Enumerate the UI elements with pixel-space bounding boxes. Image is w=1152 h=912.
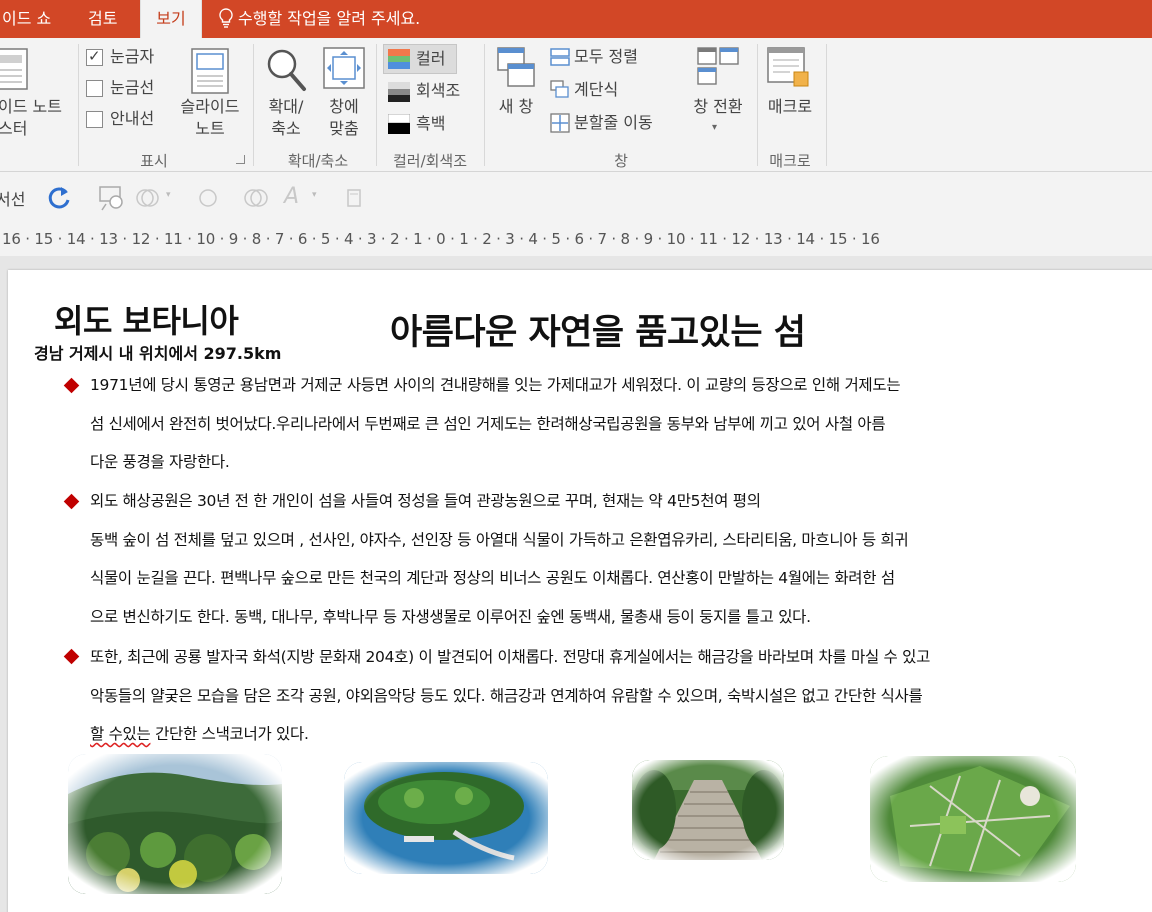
notes-master-label-1[interactable]: 이드 노트 <box>0 96 62 118</box>
island-garden-photo-1[interactable] <box>68 754 282 894</box>
island-aerial-photo[interactable] <box>344 762 548 874</box>
move-split-icon[interactable] <box>550 113 570 133</box>
black-white-label[interactable]: 흑백 <box>416 113 445 135</box>
color-label[interactable]: 컬러 <box>416 48 445 70</box>
rotate-icon[interactable] <box>46 184 74 212</box>
move-split-label[interactable]: 분할줄 이동 <box>574 112 653 134</box>
slide-title-main[interactable]: 아름다운 자연을 품고있는 섬 <box>390 304 806 355</box>
group-separator <box>826 44 827 166</box>
zoom-label-2[interactable]: 축소 <box>260 118 312 140</box>
body-paragraph-1[interactable]: 1971년에 당시 통영군 용남면과 거제군 사등면 사이의 견내량해를 잇는 … <box>90 366 1130 482</box>
new-window-icon[interactable] <box>496 46 536 90</box>
paragraph-line: 1971년에 당시 통영군 용남면과 거제군 사등면 사이의 견내량해를 잇는 … <box>90 376 901 394</box>
clear-format-icon <box>347 189 361 207</box>
paragraph-line: 다운 풍경을 자랑한다. <box>90 453 230 471</box>
diamond-bullet-icon <box>63 648 80 665</box>
horizontal-ruler: 16 · 15 · 14 · 13 · 12 · 11 · 10 · 9 · 8… <box>0 224 1152 256</box>
garden-stairs-photo[interactable] <box>632 760 784 860</box>
arrange-all-label[interactable]: 모두 정렬 <box>574 46 638 68</box>
dialog-launcher-icon[interactable] <box>236 155 245 164</box>
zoom-magnifier-icon[interactable] <box>264 46 308 94</box>
cascade-icon[interactable] <box>550 80 570 98</box>
present-icon[interactable] <box>98 184 126 212</box>
guides-checkbox[interactable] <box>86 111 103 128</box>
macros-icon[interactable] <box>766 46 812 90</box>
chevron-down-icon: ▾ <box>166 190 171 200</box>
guides-label[interactable]: 안내선 <box>110 108 154 130</box>
black-white-swatch-icon[interactable] <box>388 114 410 134</box>
paragraph-line: 할 수있는 간단한 스낵코너가 있다. <box>90 715 1130 754</box>
paragraph-line: 또한, 최근에 공룡 발자국 화석(지방 문화재 204호) 이 발견되어 이채… <box>90 648 931 666</box>
body-paragraph-2[interactable]: 외도 해상공원은 30년 전 한 개인이 섬을 사들여 정성을 들여 관광농원으… <box>90 482 1130 636</box>
diamond-bullet-icon <box>63 377 80 394</box>
fit-window-label-2[interactable]: 맞춤 <box>318 118 370 140</box>
notes-page-label-1[interactable]: 슬라이드 <box>168 96 252 118</box>
shape-fill-icon <box>136 189 159 207</box>
slide-canvas[interactable]: 외도 보타니아 경남 거제시 내 위치에서 297.5km 아름다운 자연을 품… <box>8 270 1152 912</box>
group-label-zoom: 확대/축소 <box>287 152 349 170</box>
color-swatch-icon[interactable] <box>388 49 410 69</box>
ribbon-view: 이드 노트 스터 눈금자 눈금선 안내선 슬라이드 노트 표시 확대/ 축소 창… <box>0 38 1152 172</box>
new-window-label[interactable]: 새 창 <box>488 96 544 118</box>
grayscale-swatch-icon[interactable] <box>388 82 410 102</box>
fit-to-window-icon[interactable] <box>322 46 366 90</box>
notes-master-label-2[interactable]: 스터 <box>0 118 27 140</box>
macros-label[interactable]: 매크로 <box>758 96 822 118</box>
notes-master-icon[interactable] <box>0 48 30 92</box>
lightbulb-icon <box>219 8 233 28</box>
switch-windows-icon[interactable] <box>696 46 740 88</box>
group-separator <box>484 44 485 166</box>
cascade-label[interactable]: 계단식 <box>574 79 618 101</box>
tab-view[interactable]: 보기 <box>140 0 202 38</box>
chevron-down-icon[interactable]: ▾ <box>712 122 717 133</box>
diamond-bullet-icon <box>63 493 80 510</box>
group-separator <box>253 44 254 166</box>
toolbar-text: 서선 <box>0 190 26 209</box>
slide-title-left[interactable]: 외도 보타니아 <box>54 296 239 342</box>
paragraph-line: 동백 숲이 섬 전체를 덮고 있으며 , 선사인, 야자수, 선인장 등 아열대… <box>90 530 909 549</box>
paragraph-line: 악동들의 얄궂은 모습을 담은 조각 공원, 야외음악당 등도 있다. 해금강과… <box>90 686 923 705</box>
notes-page-label-2[interactable]: 노트 <box>168 118 252 140</box>
group-label-color: 컬러/회색조 <box>392 152 468 170</box>
switch-windows-label[interactable]: 창 전환 <box>682 96 754 118</box>
ruler-label[interactable]: 눈금자 <box>110 46 154 68</box>
tab-slideshow[interactable]: 이드 쇼 <box>0 0 59 38</box>
text-effects-icon: A <box>284 184 300 209</box>
shape-outline-icon <box>199 189 217 207</box>
shape-effects-icon <box>244 189 268 207</box>
tab-review[interactable]: 검토 <box>80 0 125 38</box>
group-label-macros: 매크로 <box>769 152 811 170</box>
ruler-ticks: 16 · 15 · 14 · 13 · 12 · 11 · 10 · 9 · 8… <box>2 230 880 248</box>
paragraph-line: 섬 신세에서 완전히 벗어났다.우리나라에서 두번째로 큰 섬인 거제도는 한려… <box>90 414 886 433</box>
arrange-all-icon[interactable] <box>550 48 570 66</box>
tell-me-box[interactable]: 수행할 작업을 알려 주세요. <box>218 0 420 38</box>
grayscale-label[interactable]: 회색조 <box>416 80 460 102</box>
ribbon-tab-bar: 이드 쇼 검토 보기 수행할 작업을 알려 주세요. <box>0 0 1152 38</box>
chevron-down-icon: ▾ <box>312 190 317 200</box>
group-separator <box>376 44 377 166</box>
notes-page-icon[interactable] <box>190 48 230 94</box>
tell-me-text: 수행할 작업을 알려 주세요. <box>238 9 421 28</box>
drawing-toolbar: 서선 ▾ A ▾ <box>0 172 1152 224</box>
paragraph-line: 으로 변신하기도 한다. 동백, 대나무, 후박나무 등 자생생물로 이루어진 … <box>90 607 811 626</box>
body-paragraph-3[interactable]: 또한, 최근에 공룡 발자국 화석(지방 문화재 204호) 이 발견되어 이채… <box>90 638 1130 754</box>
group-separator <box>78 44 79 166</box>
ruler-checkbox[interactable] <box>86 47 103 66</box>
slide-subtitle[interactable]: 경남 거제시 내 위치에서 297.5km <box>34 340 281 364</box>
paragraph-line: 식물이 눈길을 끈다. 편백나무 숲으로 만든 천국의 계단과 정상의 비너스 … <box>90 569 895 587</box>
gridlines-label[interactable]: 눈금선 <box>110 77 154 99</box>
spellcheck-underlined-text: 할 수있는 <box>90 725 151 743</box>
zoom-label-1[interactable]: 확대/ <box>260 96 312 118</box>
fit-window-label-1[interactable]: 창에 <box>318 96 370 118</box>
group-label-window: 창 <box>614 152 628 170</box>
garden-overview-photo[interactable] <box>870 756 1076 882</box>
gridlines-checkbox[interactable] <box>86 80 103 97</box>
group-label-show: 표시 <box>140 152 168 170</box>
paragraph-line: 외도 해상공원은 30년 전 한 개인이 섬을 사들여 정성을 들여 관광농원으… <box>90 492 761 510</box>
paragraph-line-rest: 간단한 스낵코너가 있다. <box>150 725 309 743</box>
